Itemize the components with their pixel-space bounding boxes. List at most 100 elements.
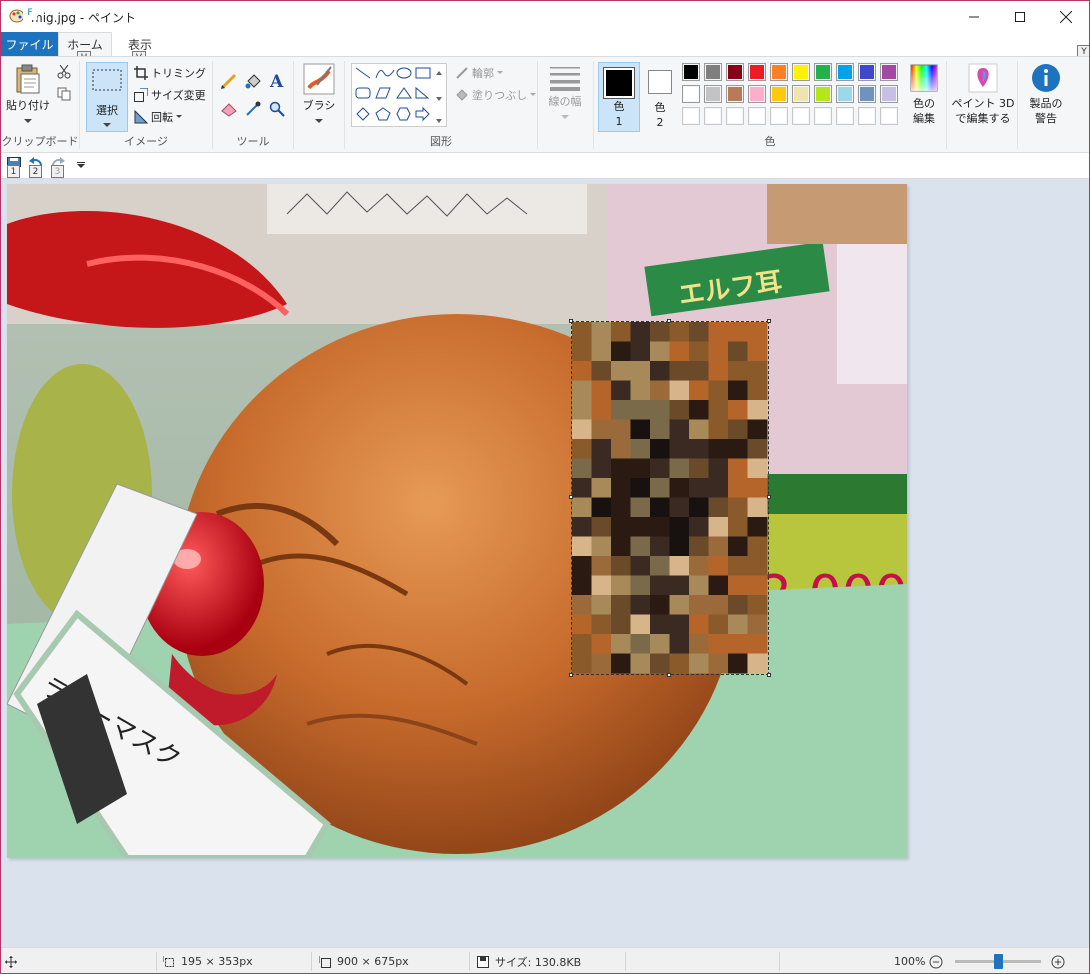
edit-colors-button[interactable]: 色の 編集 (904, 63, 944, 133)
close-button[interactable] (1043, 1, 1089, 32)
maximize-button[interactable] (997, 1, 1043, 32)
palette-swatch[interactable] (814, 107, 832, 125)
product-alert-button[interactable]: 製品の 警告 (1022, 63, 1070, 133)
image-group-label: イメージ (124, 135, 168, 148)
palette-swatch[interactable] (726, 107, 744, 125)
zoom-text: 100% (894, 955, 926, 968)
select-button[interactable]: 選択 (86, 62, 128, 132)
palette-swatch[interactable] (682, 63, 700, 81)
info-icon (1032, 64, 1060, 92)
palette-swatch[interactable] (792, 85, 810, 103)
palette-swatch[interactable] (748, 85, 766, 103)
palette-swatch[interactable] (726, 85, 744, 103)
edit-colors-label-2: 編集 (913, 112, 935, 125)
palette-swatch[interactable] (770, 107, 788, 125)
fill-icon (456, 89, 468, 101)
status-separator (469, 952, 470, 971)
zoom-slider-thumb[interactable] (994, 954, 1003, 969)
select-label: 選択 (96, 104, 118, 117)
selection-handle[interactable] (667, 673, 671, 677)
palette-swatch[interactable] (726, 63, 744, 81)
palette-swatch[interactable] (836, 85, 854, 103)
palette-swatch[interactable] (748, 107, 766, 125)
resize-button[interactable]: サイズ変更 (134, 87, 206, 103)
palette-swatch[interactable] (792, 107, 810, 125)
selection-rectangle[interactable] (569, 319, 771, 677)
colors-group-label: 色 (764, 135, 776, 148)
palette-swatch[interactable] (836, 107, 854, 125)
selection-handle[interactable] (569, 495, 573, 499)
qat-customize-icon[interactable] (77, 162, 85, 168)
paste-button[interactable]: 貼り付け (5, 61, 51, 131)
zoom-in-icon[interactable] (1051, 955, 1065, 969)
color1-button[interactable]: 色 1 (598, 62, 640, 132)
rotate-button[interactable]: 回転 (134, 109, 182, 125)
group-size: 線の幅 (538, 57, 593, 153)
brushes-dropdown-icon (315, 119, 323, 123)
eraser-icon[interactable] (221, 101, 237, 117)
crop-button[interactable]: トリミング (134, 65, 206, 81)
select-dropdown-icon[interactable] (103, 123, 111, 128)
color2-swatch (648, 70, 672, 94)
qat-redo-button[interactable]: 3 (49, 157, 67, 178)
title-bar: mig.jpg - ペイント (1, 1, 1089, 32)
palette-swatch[interactable] (858, 107, 876, 125)
copy-icon[interactable] (57, 87, 71, 101)
palette-swatch[interactable] (682, 85, 700, 103)
fill-button[interactable]: 塗りつぶし (455, 87, 537, 103)
outline-button[interactable]: 輪郭 (455, 65, 503, 81)
selection-handle[interactable] (767, 495, 771, 499)
zoom-slider[interactable] (955, 954, 1041, 969)
palette-swatch[interactable] (858, 85, 876, 103)
size-button[interactable]: 線の幅 (544, 65, 586, 131)
paint3d-button[interactable]: ペイント 3D で編集する (951, 63, 1015, 133)
palette-swatch[interactable] (704, 63, 722, 81)
selection-handle[interactable] (767, 673, 771, 677)
color2-label: 色 (654, 101, 666, 114)
crop-label: トリミング (151, 67, 206, 80)
fill-bucket-icon[interactable] (245, 73, 261, 89)
magnifier-icon[interactable] (269, 101, 285, 117)
text-icon[interactable]: A (269, 72, 285, 90)
palette-swatch[interactable] (770, 85, 788, 103)
shapes-gallery[interactable] (351, 63, 447, 127)
palette-swatch[interactable] (814, 85, 832, 103)
minimize-button[interactable] (951, 1, 997, 32)
paint3d-icon (968, 63, 998, 93)
canvas-area[interactable]: エルフ耳 2.000 (1, 179, 1089, 947)
selection-handle[interactable] (767, 319, 771, 323)
shapes-scroll-icon[interactable] (435, 69, 443, 125)
palette-swatch[interactable] (814, 63, 832, 81)
zoom-out-icon[interactable] (929, 955, 943, 969)
color-picker-icon[interactable] (245, 101, 261, 117)
brushes-label: ブラシ (302, 99, 336, 112)
brushes-button[interactable]: ブラシ (300, 63, 338, 131)
palette-swatch[interactable] (770, 63, 788, 81)
pencil-icon[interactable] (221, 73, 237, 89)
tab-file[interactable]: ファイル (1, 32, 58, 56)
qat-save-button[interactable]: 1 (5, 157, 23, 178)
selection-handle[interactable] (569, 673, 573, 677)
palette-swatch[interactable] (880, 85, 898, 103)
cut-icon[interactable] (57, 65, 71, 79)
paste-dropdown-icon[interactable] (24, 119, 32, 124)
image-canvas[interactable]: エルフ耳 2.000 (7, 184, 907, 858)
qat-undo-button[interactable]: 2 (27, 157, 45, 178)
palette-swatch[interactable] (704, 107, 722, 125)
palette-swatch[interactable] (858, 63, 876, 81)
palette-swatch[interactable] (748, 63, 766, 81)
selection-size-icon (163, 955, 174, 967)
selection-handle[interactable] (569, 319, 573, 323)
palette-swatch[interactable] (880, 63, 898, 81)
palette-swatch[interactable] (836, 63, 854, 81)
quick-access-toolbar: 1 2 3 (1, 153, 1089, 179)
status-separator (311, 952, 312, 971)
selection-handle[interactable] (667, 319, 671, 323)
palette-swatch[interactable] (682, 107, 700, 125)
zoom-level: 100% (894, 948, 926, 973)
color2-button[interactable]: 色 2 (644, 62, 676, 132)
palette-swatch[interactable] (792, 63, 810, 81)
palette-swatch[interactable] (704, 85, 722, 103)
select-icon (92, 69, 122, 91)
palette-swatch[interactable] (880, 107, 898, 125)
